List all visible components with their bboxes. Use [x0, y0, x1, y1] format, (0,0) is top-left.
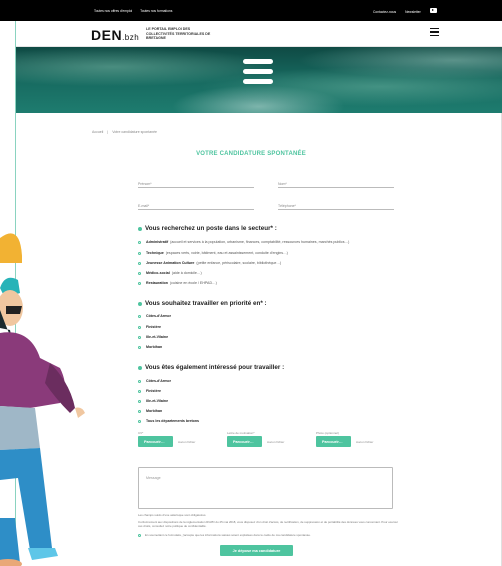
also-section-title: Vous êtes également intéressé pour trava…: [138, 364, 284, 371]
sector-option[interactable]: Technique (espaces verts, voirie, bâtimen…: [138, 251, 288, 255]
sector-section-title: Vous recherchez un poste dans le secteur…: [138, 225, 277, 232]
letter-status: Aucun fichier: [267, 440, 285, 444]
consent-checkbox-icon[interactable]: [138, 533, 141, 537]
phone-field[interactable]: Téléphone*: [278, 200, 394, 210]
priority-option[interactable]: Finistère: [138, 325, 161, 329]
also-option[interactable]: Ille-et-Vilaine: [138, 399, 168, 403]
checkbox-icon[interactable]: [138, 419, 141, 423]
submit-button[interactable]: Je dépose ma candidature: [220, 545, 293, 556]
also-option[interactable]: Tous les départements bretons: [138, 419, 199, 423]
sector-option[interactable]: Médico-social (aide à domicile…): [138, 271, 202, 275]
checkbox-icon[interactable]: [138, 409, 141, 413]
first-name-field[interactable]: Prénom*: [138, 178, 254, 188]
letter-browse-button[interactable]: Parcourir…: [227, 436, 262, 447]
checkbox-icon[interactable]: [138, 389, 141, 393]
cv-browse-button[interactable]: Parcourir…: [138, 436, 173, 447]
required-note: Les champs suivis d'une astérisque sont …: [138, 513, 207, 517]
cv-label: CV*: [138, 431, 144, 435]
cv-status: Aucun fichier: [178, 440, 196, 444]
also-option[interactable]: Morbihan: [138, 409, 162, 413]
letter-label: Lettre de motivation*: [227, 431, 255, 435]
newsletter-link[interactable]: Newsletter: [405, 10, 421, 14]
consent-text: En soumettant ce formulaire, j'accepte q…: [145, 533, 311, 537]
last-name-field[interactable]: Nom*: [278, 178, 394, 188]
mascot-illustration: [0, 233, 85, 566]
bullet-icon: [138, 301, 142, 306]
radio-icon[interactable]: [138, 261, 141, 265]
youtube-icon[interactable]: [429, 8, 437, 13]
radio-icon[interactable]: [138, 240, 141, 244]
priority-option[interactable]: Ille-et-Vilaine: [138, 335, 168, 339]
sector-option[interactable]: Administratif (accueil et services à la p…: [138, 240, 349, 244]
bullet-icon: [138, 365, 142, 370]
menu-icon[interactable]: [430, 28, 439, 37]
top-bar: Toutes nos offres d'emploi Toutes nos fo…: [0, 0, 502, 21]
consent-row[interactable]: En soumettant ce formulaire, j'accepte q…: [138, 533, 398, 537]
jobs-link[interactable]: Toutes nos offres d'emploi: [94, 9, 132, 13]
also-option[interactable]: Côtes-d'Armor: [138, 379, 171, 383]
breadcrumb-home[interactable]: Accueil: [92, 130, 103, 134]
site-header: DEN.bzh LE PORTAIL EMPLOI DES COLLECTIVI…: [15, 21, 502, 47]
checkbox-icon[interactable]: [138, 399, 141, 403]
breadcrumb-current: Votre candidature spontanée: [112, 130, 157, 134]
radio-icon[interactable]: [138, 281, 141, 285]
email-field[interactable]: E-mail*: [138, 200, 254, 210]
priority-option[interactable]: Morbihan: [138, 345, 162, 349]
privacy-info: Conformément aux dispositions de la régl…: [138, 520, 398, 529]
contact-link[interactable]: Contactez-nous: [373, 10, 396, 14]
bullet-icon: [138, 226, 142, 231]
priority-section-title: Vous souhaitez travailler en priorité en…: [138, 300, 267, 307]
radio-icon[interactable]: [138, 345, 141, 349]
radio-icon[interactable]: [138, 335, 141, 339]
photo-browse-button[interactable]: Parcourir…: [316, 436, 351, 447]
page-title: VOTRE CANDIDATURE SPONTANÉE: [196, 151, 306, 157]
sector-option[interactable]: Jeunesse Animation Culture (petite enfanc…: [138, 261, 281, 265]
radio-icon[interactable]: [138, 314, 141, 318]
site-logo[interactable]: DEN.bzh: [91, 27, 139, 43]
photo-status: Aucun fichier: [356, 440, 374, 444]
also-option[interactable]: Finistère: [138, 389, 161, 393]
photo-label: Photo (optionnel): [316, 431, 339, 435]
message-textarea[interactable]: Message: [138, 467, 393, 509]
priority-option[interactable]: Côtes-d'Armor: [138, 314, 171, 318]
radio-icon[interactable]: [138, 271, 141, 275]
site-tagline: LE PORTAIL EMPLOI DES COLLECTIVITÉS TERR…: [146, 27, 211, 40]
hero-menu-icon: [243, 59, 273, 95]
sector-option[interactable]: Restauration (cuisine en école / EHPAD…): [138, 281, 217, 285]
breadcrumb: Accueil | Votre candidature spontanée: [92, 130, 157, 134]
radio-icon[interactable]: [138, 251, 141, 255]
trainings-link[interactable]: Toutes nos formations: [140, 9, 172, 13]
checkbox-icon[interactable]: [138, 379, 141, 383]
radio-icon[interactable]: [138, 325, 141, 329]
